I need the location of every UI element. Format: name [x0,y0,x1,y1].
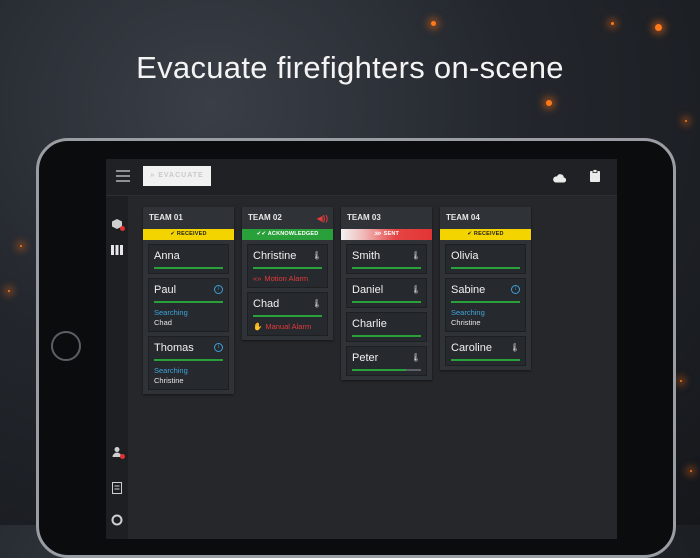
member-card[interactable]: Anna [148,244,229,274]
manual-alarm-icon: ✋ [253,322,263,331]
ember [20,245,22,247]
member-sub-value: Chad [154,318,172,327]
top-bar: » EVACUATE [106,159,617,196]
member-alarm: ✋ Manual Alarm [253,322,312,331]
motion-alarm-icon: «» [253,274,262,283]
team-title: TEAM 02 ◀)) [242,207,333,229]
signal-icon: 🌡 [311,251,322,260]
settings-icon[interactable] [111,514,123,526]
member-sub-value: Christine [451,318,481,327]
vehicle-icon[interactable] [111,218,125,231]
team-status-badge[interactable]: ✔ RECEIVED [143,229,234,240]
cloud-icon[interactable] [552,170,567,188]
status-bar [154,267,223,269]
member-sub-status: Searching [451,308,485,317]
alarm-icon: ◀)) [316,214,328,223]
member-card[interactable]: Charlie [346,312,427,342]
member-name: Paul [154,284,177,296]
home-button[interactable] [51,331,81,361]
sidebar [106,196,128,539]
ember [431,21,436,26]
member-card[interactable]: Peter 🌡 [346,346,427,376]
member-card[interactable]: Paul i Searching Chad [148,278,229,332]
member-sub-status: Searching [154,366,188,375]
hamburger-menu-icon[interactable] [116,170,130,182]
signal-icon: 🌡 [509,343,520,352]
member-sub-status: Searching [154,308,188,317]
member-name: Anna [154,250,180,262]
user-alert-icon[interactable] [111,446,125,459]
evacuate-button[interactable]: » EVACUATE [143,166,211,186]
team-column-1: TEAM 01 ✔ RECEIVED Anna Paul i Searching… [143,207,234,394]
team-status-badge[interactable]: ✔ RECEIVED [440,229,531,240]
team-title: TEAM 04 [446,213,480,222]
team-column-3: TEAM 03 ⋙ SENT Smith 🌡 Daniel 🌡 Charlie … [341,207,432,380]
tablet-frame: » EVACUATE TEAM 01 ✔ RECEIVED Anna Paul … [36,138,676,558]
document-icon[interactable] [111,482,123,494]
app-screen: » EVACUATE TEAM 01 ✔ RECEIVED Anna Paul … [106,159,617,539]
status-bar [352,267,421,269]
team-status-badge[interactable]: ✔✔ ACKNOWLEDGED [242,229,333,240]
member-name: Olivia [451,250,479,262]
signal-icon: 🌡 [410,285,421,294]
team-title: TEAM 01 [149,213,183,222]
ember [685,120,687,122]
notification-badge [120,454,125,459]
ember [546,100,552,106]
ember [655,24,662,31]
team-column-4: TEAM 04 ✔ RECEIVED Olivia Sabine i Searc… [440,207,531,370]
status-bar [253,315,322,317]
member-card[interactable]: Thomas i Searching Christine [148,336,229,390]
member-card[interactable]: Christine 🌡 «» Motion Alarm [247,244,328,288]
headline: Evacuate firefighters on-scene [136,50,564,85]
member-card[interactable]: Chad 🌡 ✋ Manual Alarm [247,292,328,336]
member-name: Thomas [154,342,194,354]
team-status-badge[interactable]: ⋙ SENT [341,229,432,240]
member-card[interactable]: Olivia [445,244,526,274]
signal-icon: 🌡 [410,353,421,362]
status-bar [451,359,520,361]
status-bar [352,369,421,371]
ember [611,22,614,25]
status-bar [352,301,421,303]
status-bar [253,267,322,269]
member-card[interactable]: Daniel 🌡 [346,278,427,308]
status-bar [451,301,520,303]
member-card[interactable]: Caroline 🌡 [445,336,526,366]
status-bar [352,335,421,337]
member-card[interactable]: Sabine i Searching Christine [445,278,526,332]
status-bar [451,267,520,269]
member-sub-value: Christine [154,376,184,385]
team-title: TEAM 03 [347,213,381,222]
status-bar [154,301,223,303]
member-alarm: «» Motion Alarm [253,274,309,283]
status-bar [154,359,223,361]
member-name: Charlie [352,318,387,330]
notification-badge [120,226,125,231]
member-name: Sabine [451,284,486,296]
signal-icon: 🌡 [410,251,421,260]
signal-icon: 🌡 [311,299,322,308]
ember [690,470,692,472]
info-icon[interactable]: i [214,343,223,352]
clipboard-icon[interactable] [589,169,601,187]
ember [8,290,10,292]
team-column-2: TEAM 02 ◀)) ✔✔ ACKNOWLEDGED Christine 🌡 «… [242,207,333,340]
info-icon[interactable]: i [511,285,520,294]
board-view-icon[interactable] [111,245,123,257]
ember [680,380,682,382]
info-icon[interactable]: i [214,285,223,294]
member-card[interactable]: Smith 🌡 [346,244,427,274]
evacuate-arrow-icon: » [150,172,156,179]
